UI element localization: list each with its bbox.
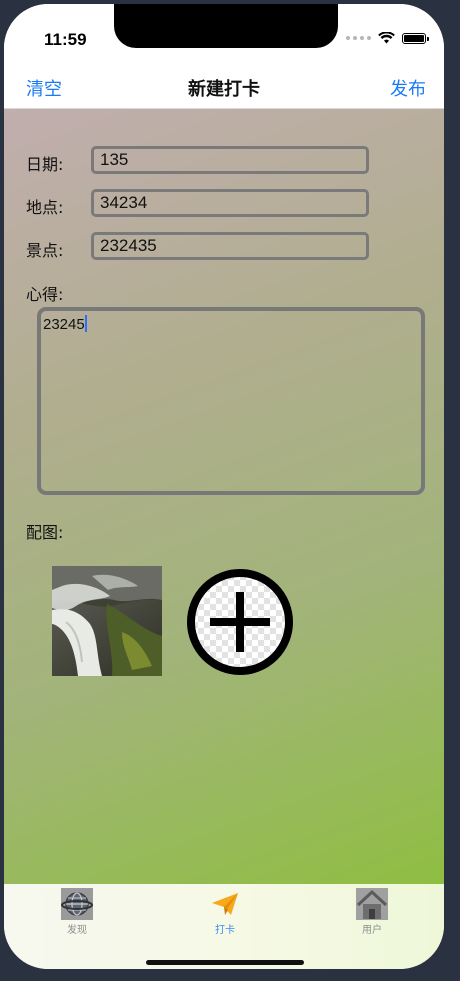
notes-textarea[interactable]: 23245 [37, 307, 425, 495]
tab-user[interactable]: 用户 [342, 888, 402, 936]
images-label: 配图: [26, 523, 64, 542]
navigation-bar: 清空 新建打卡 发布 [4, 64, 444, 109]
text-cursor [84, 315, 87, 332]
status-icons [346, 32, 429, 44]
waterfall-photo[interactable] [52, 566, 162, 676]
add-icon [187, 569, 293, 675]
add-image-button[interactable] [186, 568, 294, 676]
tab-discover[interactable]: 发现 [47, 888, 107, 936]
status-bar: 11:59 [4, 4, 444, 64]
device-notch [114, 4, 338, 48]
home-indicator[interactable] [146, 960, 304, 965]
house-icon [356, 888, 388, 920]
scenic-label: 景点: [26, 241, 64, 260]
page-title: 新建打卡 [188, 79, 260, 100]
phone-screen: 11:59 清空 新建打卡 发布 日期: 135 地点: 34234 景点: 2… [4, 4, 444, 969]
tab-checkin-label: 打卡 [215, 925, 235, 936]
date-field[interactable]: 135 [91, 146, 369, 174]
paper-plane-icon [212, 893, 238, 915]
globe-icon [61, 888, 93, 920]
scenic-field[interactable]: 232435 [91, 232, 369, 260]
publish-button[interactable]: 发布 [390, 75, 426, 101]
notes-text: 23245 [43, 316, 85, 333]
notes-label: 心得: [26, 285, 64, 304]
place-label: 地点: [26, 198, 64, 217]
tab-bar: 发现 打卡 用户 [4, 884, 444, 969]
tab-checkin[interactable]: 打卡 [195, 888, 255, 936]
signal-icon [346, 36, 371, 40]
tab-discover-label: 发现 [67, 925, 87, 936]
status-time: 11:59 [44, 30, 87, 49]
wifi-icon [378, 32, 395, 44]
form-content: 日期: 135 地点: 34234 景点: 232435 心得: 23245 配… [4, 109, 444, 884]
tab-user-label: 用户 [362, 925, 382, 936]
waterfall-photo-graphic [52, 566, 162, 676]
place-field[interactable]: 34234 [91, 189, 369, 217]
battery-icon [402, 32, 429, 44]
date-label: 日期: [26, 155, 64, 174]
